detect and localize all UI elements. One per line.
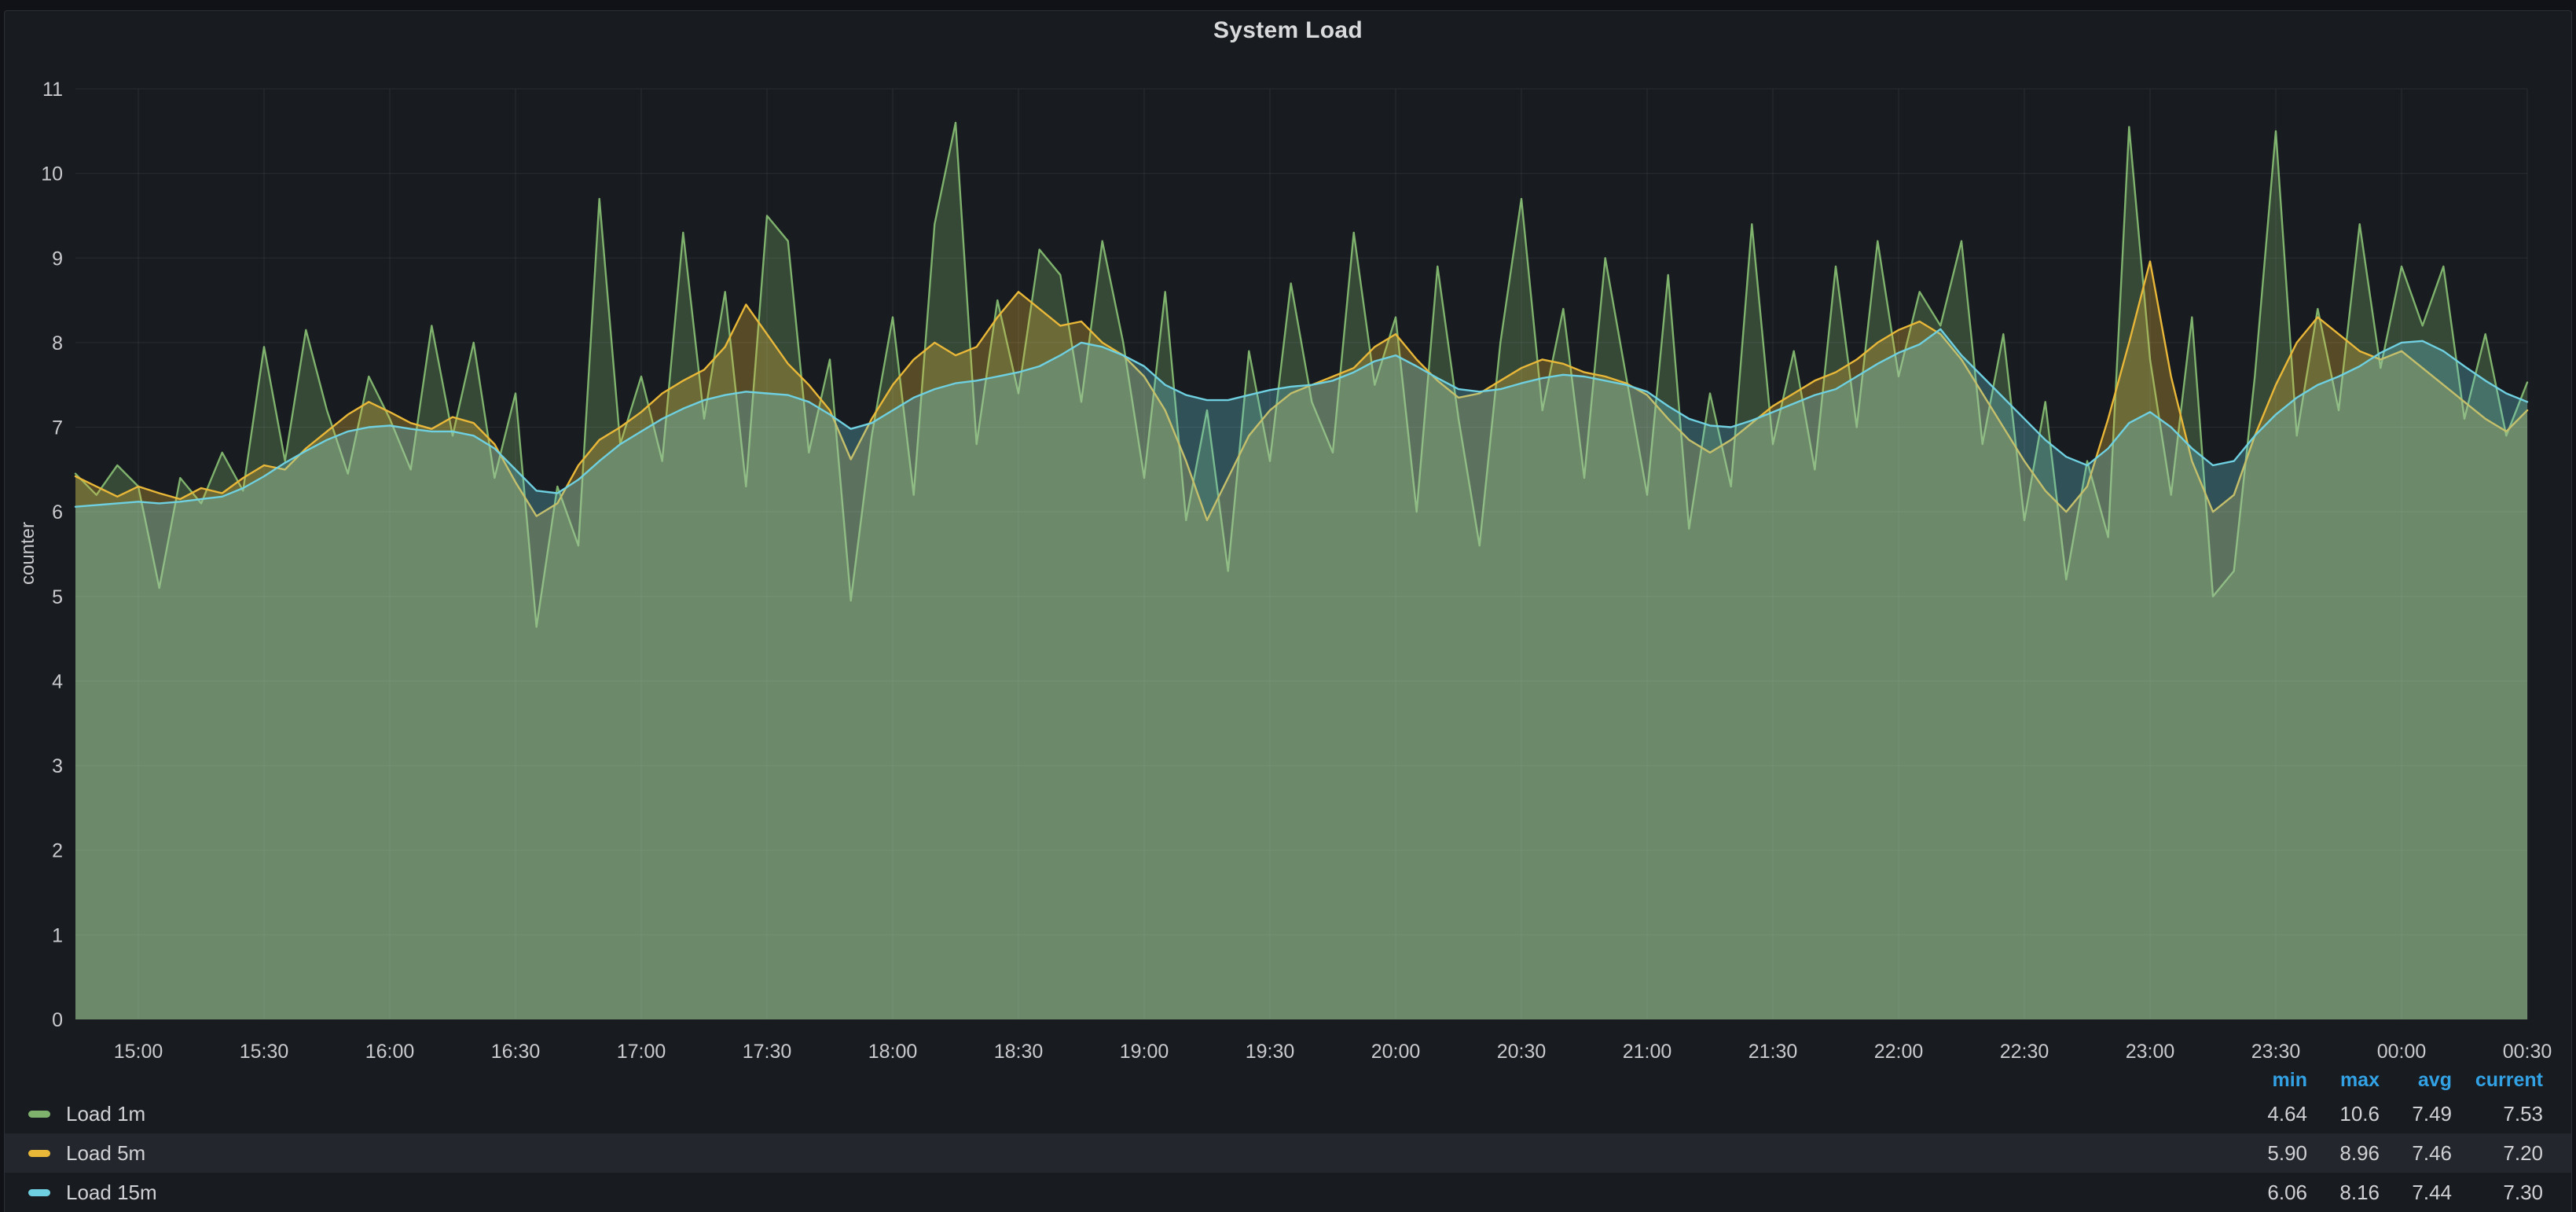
legend-value-current: 7.20 (2452, 1141, 2543, 1166)
legend-row-load-15m: Load 15m6.068.167.447.30 (5, 1173, 2571, 1212)
y-tick-label: 9 (52, 248, 63, 270)
legend-value-min: 4.64 (2235, 1102, 2307, 1126)
x-tick-label: 16:00 (365, 1041, 415, 1063)
x-tick-label: 20:30 (1497, 1041, 1547, 1063)
legend-swatch-load-1m[interactable] (28, 1111, 50, 1118)
x-tick-label: 00:00 (2377, 1041, 2427, 1063)
x-tick-label: 00:30 (2503, 1041, 2552, 1063)
legend-value-min: 6.06 (2235, 1181, 2307, 1205)
y-tick-label: 3 (52, 755, 63, 777)
legend-label[interactable]: Load 5m (66, 1141, 2235, 1166)
y-tick-label: 8 (52, 332, 63, 354)
legend-value-avg: 7.49 (2380, 1102, 2452, 1126)
legend-header-max[interactable]: max (2307, 1069, 2380, 1092)
legend-header-avg[interactable]: avg (2380, 1069, 2452, 1092)
graph-panel: System Load counter 0123456789101115:001… (4, 10, 2572, 1212)
legend-value-min: 5.90 (2235, 1141, 2307, 1166)
legend-row-load-1m: Load 1m4.6410.67.497.53 (5, 1094, 2571, 1133)
legend-label[interactable]: Load 15m (66, 1181, 2235, 1205)
y-tick-label: 7 (52, 417, 63, 439)
x-tick-label: 17:00 (617, 1041, 666, 1063)
y-tick-label: 2 (52, 840, 63, 862)
x-tick-label: 15:00 (114, 1041, 163, 1063)
x-tick-label: 19:30 (1246, 1041, 1295, 1063)
x-tick-label: 18:00 (868, 1041, 918, 1063)
legend: minmaxavgcurrentLoad 1m4.6410.67.497.53L… (5, 1066, 2571, 1212)
x-tick-label: 22:00 (1874, 1041, 1924, 1063)
legend-header-row: minmaxavgcurrent (5, 1066, 2571, 1094)
system-load-chart[interactable]: 0 1 2 3 4 5 6 7 8 9 10 11 15:00 15:30 16:00 16:30 17:00 1… (5, 11, 2572, 1074)
area-fill-load-15m (75, 329, 2527, 1019)
y-tick-label: 0 (52, 1009, 63, 1031)
x-tick-label: 19:00 (1120, 1041, 1169, 1063)
legend-label[interactable]: Load 1m (66, 1102, 2235, 1126)
x-tick-label: 20:00 (1371, 1041, 1421, 1063)
legend-header-current[interactable]: current (2452, 1069, 2543, 1092)
legend-value-avg: 7.46 (2380, 1141, 2452, 1166)
legend-header-min[interactable]: min (2235, 1069, 2307, 1092)
x-tick-label: 18:30 (994, 1041, 1044, 1063)
y-tick-label: 4 (52, 670, 63, 692)
x-tick-label: 22:30 (2000, 1041, 2049, 1063)
y-tick-label: 6 (52, 501, 63, 523)
x-tick-label: 21:30 (1749, 1041, 1798, 1063)
legend-value-max: 8.96 (2307, 1141, 2380, 1166)
legend-value-avg: 7.44 (2380, 1181, 2452, 1205)
legend-swatch-load-5m[interactable] (28, 1150, 50, 1157)
x-tick-label: 17:30 (743, 1041, 792, 1063)
x-tick-label: 21:00 (1623, 1041, 1672, 1063)
x-tick-label: 23:00 (2126, 1041, 2175, 1063)
legend-value-max: 10.6 (2307, 1102, 2380, 1126)
legend-row-load-5m: Load 5m5.908.967.467.20 (5, 1133, 2571, 1173)
x-tick-label: 16:30 (491, 1041, 541, 1063)
legend-swatch-load-15m[interactable] (28, 1189, 50, 1196)
legend-value-max: 8.16 (2307, 1181, 2380, 1205)
y-tick-label: 11 (42, 79, 63, 101)
legend-value-current: 7.53 (2452, 1102, 2543, 1126)
y-tick-label: 10 (41, 163, 63, 185)
x-tick-label: 23:30 (2251, 1041, 2301, 1063)
x-tick-label: 15:30 (240, 1041, 289, 1063)
legend-value-current: 7.30 (2452, 1181, 2543, 1205)
y-tick-label: 1 (52, 924, 63, 946)
y-tick-label: 5 (52, 586, 63, 608)
